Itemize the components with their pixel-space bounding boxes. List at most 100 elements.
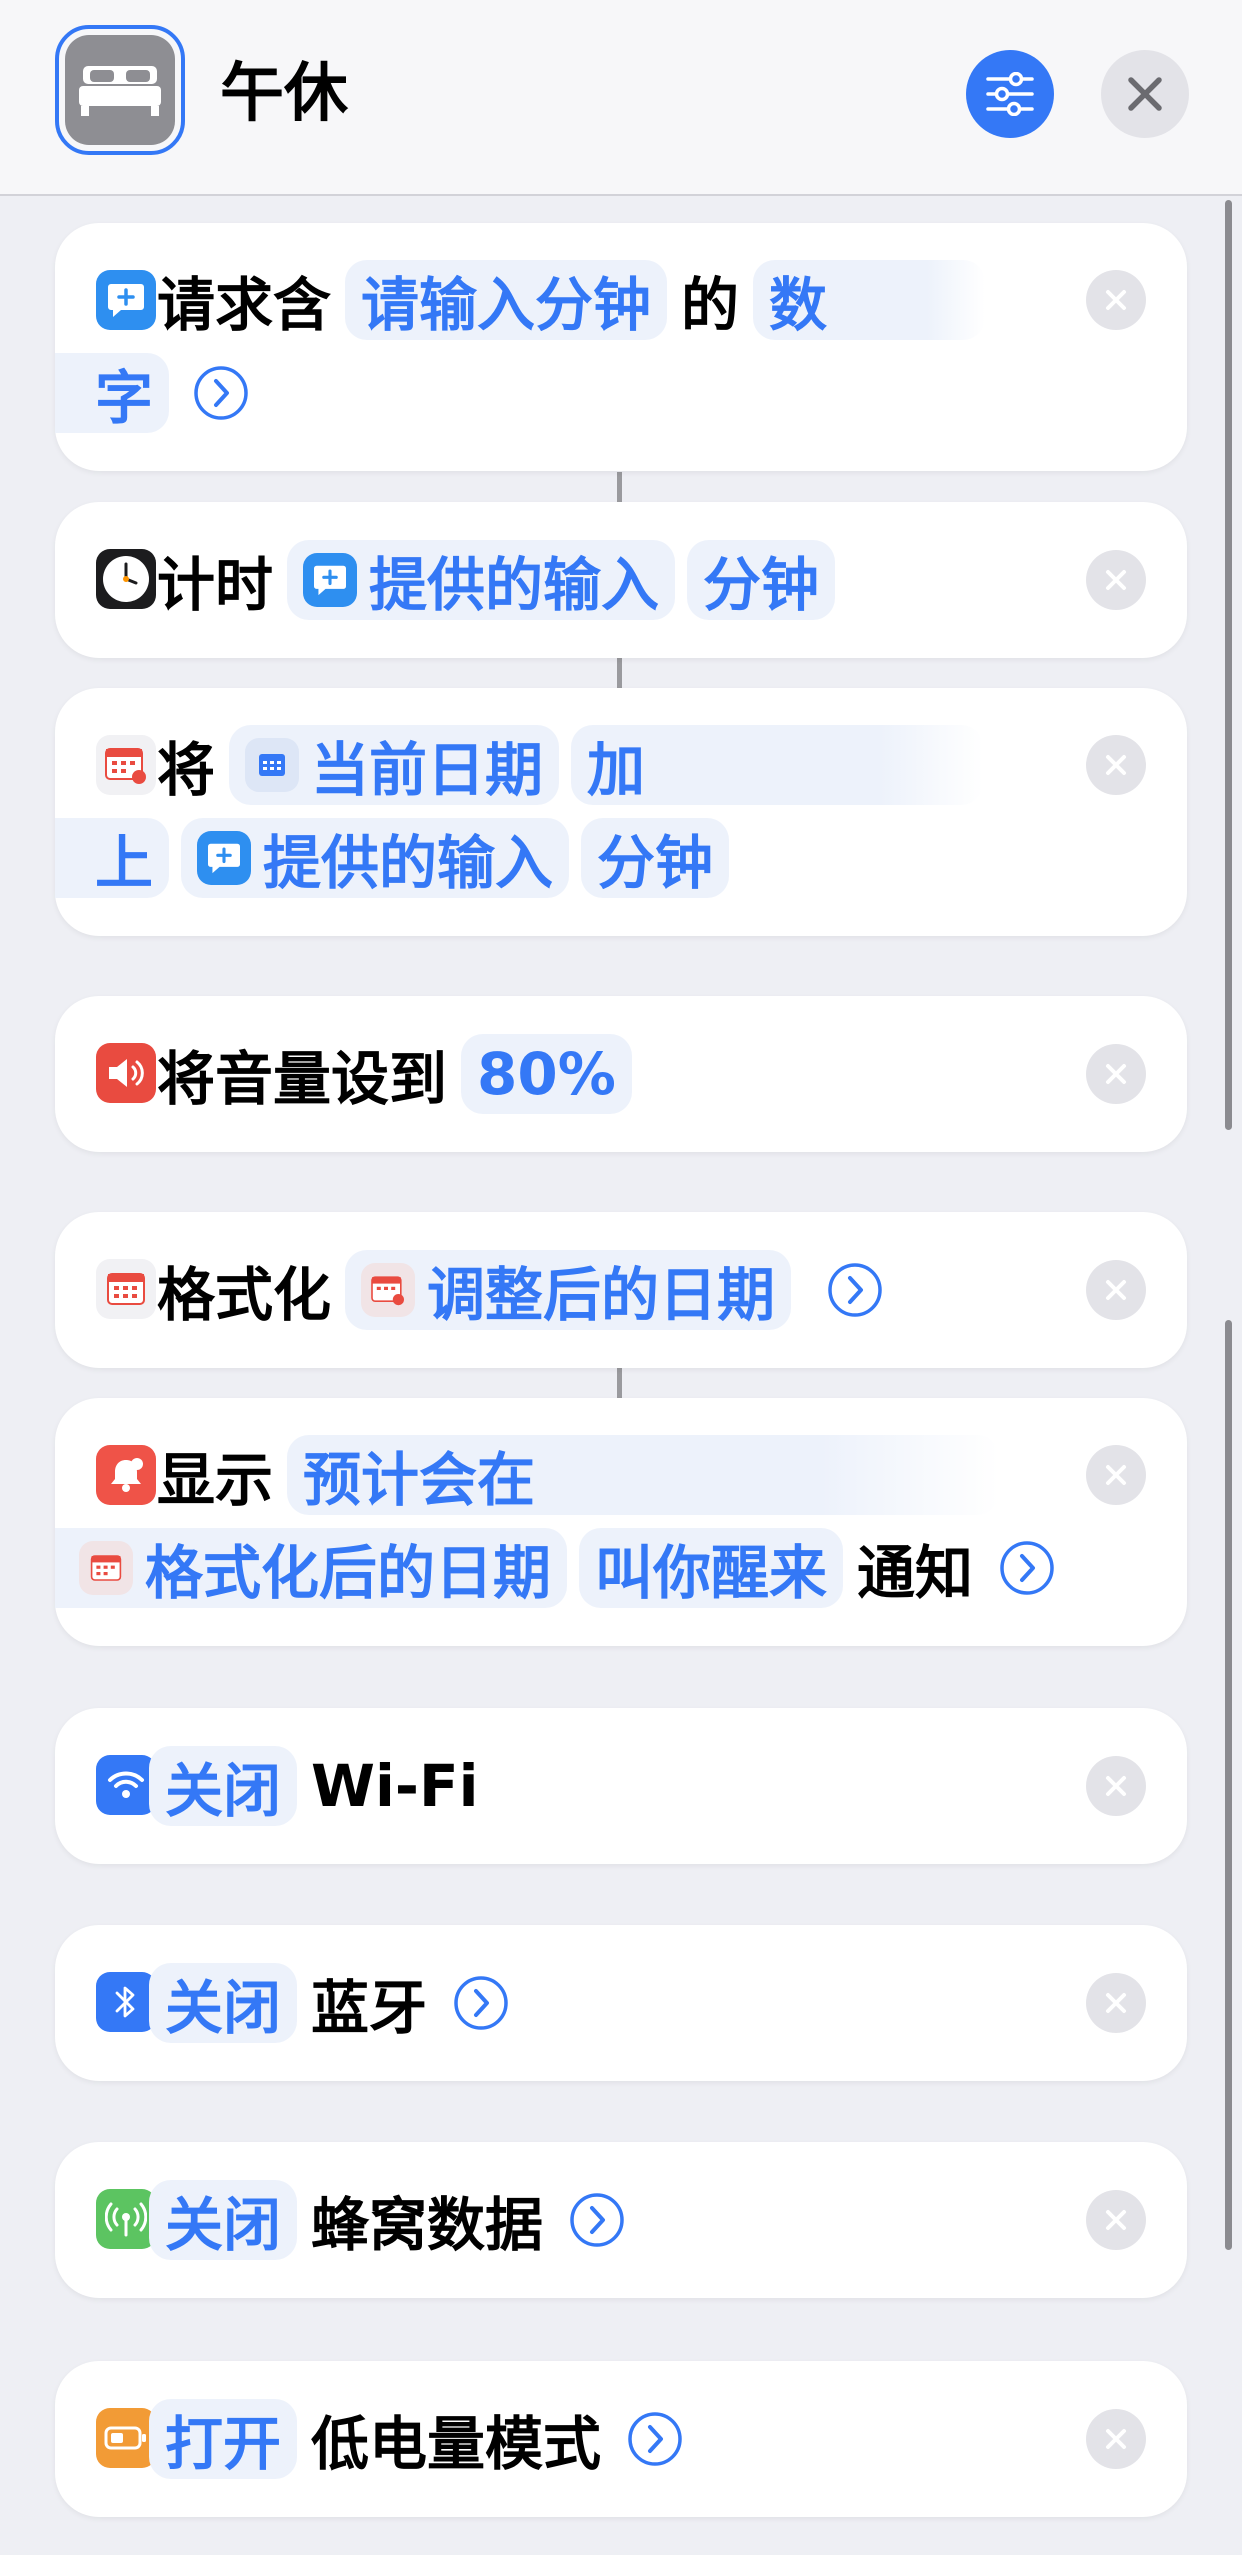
action-card-bluetooth[interactable]: 关闭 蓝牙 xyxy=(55,1925,1187,2081)
chat-plus-icon xyxy=(96,270,156,330)
toggle-operation-token[interactable]: 关闭 xyxy=(149,2180,298,2260)
clock-icon xyxy=(96,549,156,609)
expand-chevron-icon[interactable] xyxy=(827,1262,883,1318)
expand-chevron-icon[interactable] xyxy=(193,365,249,421)
close-icon xyxy=(1106,1993,1126,2013)
action-card-set-volume[interactable]: 将音量设到 80% xyxy=(55,996,1187,1152)
action-card-show-notification[interactable]: 显示 预计会在 格式化后的日期 叫你醒来 通知 xyxy=(55,1398,1187,1646)
scrollbar[interactable] xyxy=(1225,200,1232,1130)
action-label: 蜂窝数据 xyxy=(311,2191,544,2259)
close-icon xyxy=(1106,2429,1126,2449)
wifi-icon xyxy=(96,1755,156,1815)
calendar-badge-icon xyxy=(361,1263,416,1317)
operation-token-continued[interactable]: 上 xyxy=(55,818,170,898)
close-button[interactable] xyxy=(1101,50,1189,138)
volume-level-token[interactable]: 80% xyxy=(461,1034,632,1114)
close-icon xyxy=(1106,755,1126,775)
remove-action-button[interactable] xyxy=(1086,270,1146,330)
remove-action-button[interactable] xyxy=(1086,1756,1146,1816)
action-label: 低电量模式 xyxy=(311,2410,602,2478)
action-label: 蓝牙 xyxy=(311,1974,428,2042)
expand-chevron-icon[interactable] xyxy=(999,1540,1055,1596)
bluetooth-icon xyxy=(96,1972,156,2032)
calendar-icon xyxy=(96,1259,156,1319)
variable-token[interactable]: 提供的输入 xyxy=(181,818,570,898)
remove-action-button[interactable] xyxy=(1086,1044,1146,1104)
remove-action-button[interactable] xyxy=(1086,1445,1146,1505)
action-label: 的 xyxy=(681,271,740,339)
action-label: 显示 xyxy=(157,1446,274,1514)
variable-label: 提供的输入 xyxy=(369,551,660,619)
action-label: 将 xyxy=(157,736,216,804)
speaker-icon xyxy=(96,1043,156,1103)
action-label: 计时 xyxy=(157,551,274,619)
expand-chevron-icon[interactable] xyxy=(453,1975,509,2031)
remove-action-button[interactable] xyxy=(1086,1973,1146,2033)
variable-label: 格式化后的日期 xyxy=(145,1539,552,1607)
operation-token[interactable]: 加 xyxy=(571,725,984,805)
remove-action-button[interactable] xyxy=(1086,2190,1146,2250)
calendar-icon xyxy=(79,1541,133,1595)
notification-text-token-continued[interactable]: 格式化后的日期 xyxy=(55,1528,568,1608)
close-icon xyxy=(1106,1465,1126,1485)
cellular-antenna-icon xyxy=(96,2189,156,2249)
settings-button[interactable] xyxy=(966,50,1054,138)
input-type-token[interactable]: 数 xyxy=(753,260,986,340)
notification-text-token[interactable]: 预计会在 xyxy=(287,1435,1000,1515)
sliders-icon xyxy=(986,72,1034,116)
close-icon xyxy=(1106,570,1126,590)
variable-token[interactable]: 当前日期 xyxy=(229,725,560,805)
action-card-wifi[interactable]: 关闭 Wi-Fi xyxy=(55,1708,1187,1864)
connector xyxy=(617,1368,622,1398)
remove-action-button[interactable] xyxy=(1086,735,1146,795)
variable-label: 提供的输入 xyxy=(263,829,554,897)
variable-token[interactable]: 提供的输入 xyxy=(287,540,676,620)
notification-text-token[interactable]: 叫你醒来 xyxy=(579,1528,844,1608)
action-label: 请求含 xyxy=(157,271,332,339)
variable-label: 调整后的日期 xyxy=(427,1261,776,1329)
chat-plus-icon xyxy=(303,553,358,607)
action-card-cellular[interactable]: 关闭 蜂窝数据 xyxy=(55,2142,1187,2298)
action-card-adjust-date[interactable]: 将 当前日期 加 上 提供的输入 分钟 xyxy=(55,688,1187,936)
connector xyxy=(617,472,622,502)
action-label: Wi-Fi xyxy=(311,1752,479,1820)
action-label: 将音量设到 xyxy=(157,1045,448,1113)
shortcut-title[interactable]: 午休 xyxy=(220,48,348,140)
calendar-icon xyxy=(245,738,300,792)
scrollbar[interactable] xyxy=(1225,1320,1232,2250)
toggle-operation-token[interactable]: 打开 xyxy=(149,2399,298,2479)
connector xyxy=(617,658,622,688)
close-icon xyxy=(1106,2210,1126,2230)
close-icon xyxy=(1106,1280,1126,1300)
action-card-low-power-mode[interactable]: 打开 低电量模式 xyxy=(55,2361,1187,2517)
unit-token[interactable]: 分钟 xyxy=(581,818,730,898)
remove-action-button[interactable] xyxy=(1086,550,1146,610)
close-icon xyxy=(1128,77,1162,111)
chat-plus-icon xyxy=(197,831,252,885)
input-type-token-continued[interactable]: 字 xyxy=(55,353,170,433)
action-card-timer[interactable]: 计时 提供的输入 分钟 xyxy=(55,502,1187,658)
unit-token[interactable]: 分钟 xyxy=(687,540,836,620)
battery-icon xyxy=(96,2408,156,2468)
variable-token[interactable]: 调整后的日期 xyxy=(345,1250,792,1330)
calendar-badge-icon xyxy=(96,735,156,795)
shortcut-icon-button[interactable] xyxy=(55,25,185,155)
prompt-token[interactable]: 请输入分钟 xyxy=(345,260,668,340)
bell-badge-icon xyxy=(96,1445,156,1505)
bed-icon xyxy=(65,35,175,145)
toggle-operation-token[interactable]: 关闭 xyxy=(149,1963,298,2043)
header: 午休 xyxy=(0,0,1242,196)
close-icon xyxy=(1106,1776,1126,1796)
action-label: 通知 xyxy=(857,1539,974,1607)
action-card-ask-input[interactable]: 请求含 请输入分钟 的 数 字 xyxy=(55,223,1187,471)
remove-action-button[interactable] xyxy=(1086,2409,1146,2469)
remove-action-button[interactable] xyxy=(1086,1260,1146,1320)
expand-chevron-icon[interactable] xyxy=(627,2411,683,2467)
toggle-operation-token[interactable]: 关闭 xyxy=(149,1746,298,1826)
expand-chevron-icon[interactable] xyxy=(569,2192,625,2248)
close-icon xyxy=(1106,290,1126,310)
action-card-format-date[interactable]: 格式化 调整后的日期 xyxy=(55,1212,1187,1368)
action-label: 格式化 xyxy=(157,1261,332,1329)
variable-label: 当前日期 xyxy=(311,736,544,804)
close-icon xyxy=(1106,1064,1126,1084)
